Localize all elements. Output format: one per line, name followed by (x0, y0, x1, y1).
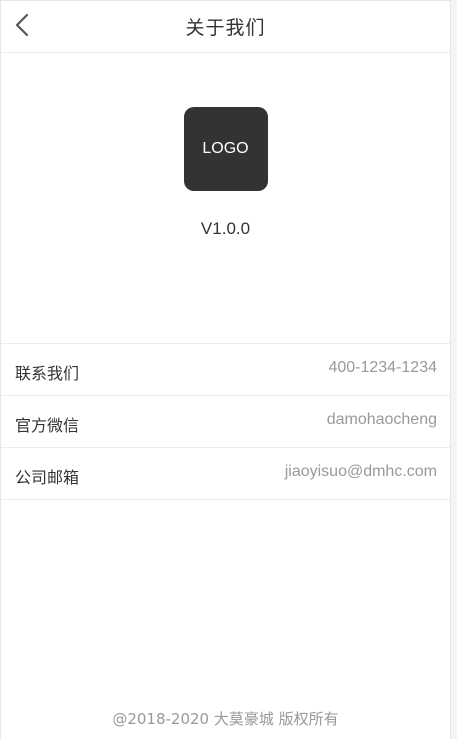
contact-value: 400-1234-1234 (328, 358, 437, 376)
back-button[interactable] (7, 9, 37, 45)
contact-row-wechat[interactable]: 官方微信 damohaocheng (1, 396, 450, 448)
app-logo: LOGO (183, 107, 268, 191)
contact-value: jiaoyisuo@dmhc.com (284, 462, 437, 480)
navigation-bar: 关于我们 (1, 0, 450, 53)
app-info-section: LOGO V1.0.0 (1, 53, 450, 343)
contact-label: 官方微信 (15, 415, 80, 435)
contact-label: 公司邮箱 (15, 467, 80, 487)
about-page: 关于我们 LOGO V1.0.0 联系我们 400-1234-1234 官方微信… (0, 0, 451, 739)
contact-label: 联系我们 (15, 363, 80, 383)
contact-value: damohaocheng (326, 410, 437, 428)
contact-row-email[interactable]: 公司邮箱 jiaoyisuo@dmhc.com (1, 448, 450, 500)
contact-list: 联系我们 400-1234-1234 官方微信 damohaocheng 公司邮… (1, 343, 450, 500)
copyright-footer: @2018-2020 大莫豪城 版权所有 (112, 710, 339, 728)
app-version: V1.0.0 (200, 219, 251, 238)
chevron-left-icon (14, 13, 30, 41)
page-title: 关于我们 (185, 17, 266, 39)
contact-row-phone[interactable]: 联系我们 400-1234-1234 (1, 344, 450, 396)
